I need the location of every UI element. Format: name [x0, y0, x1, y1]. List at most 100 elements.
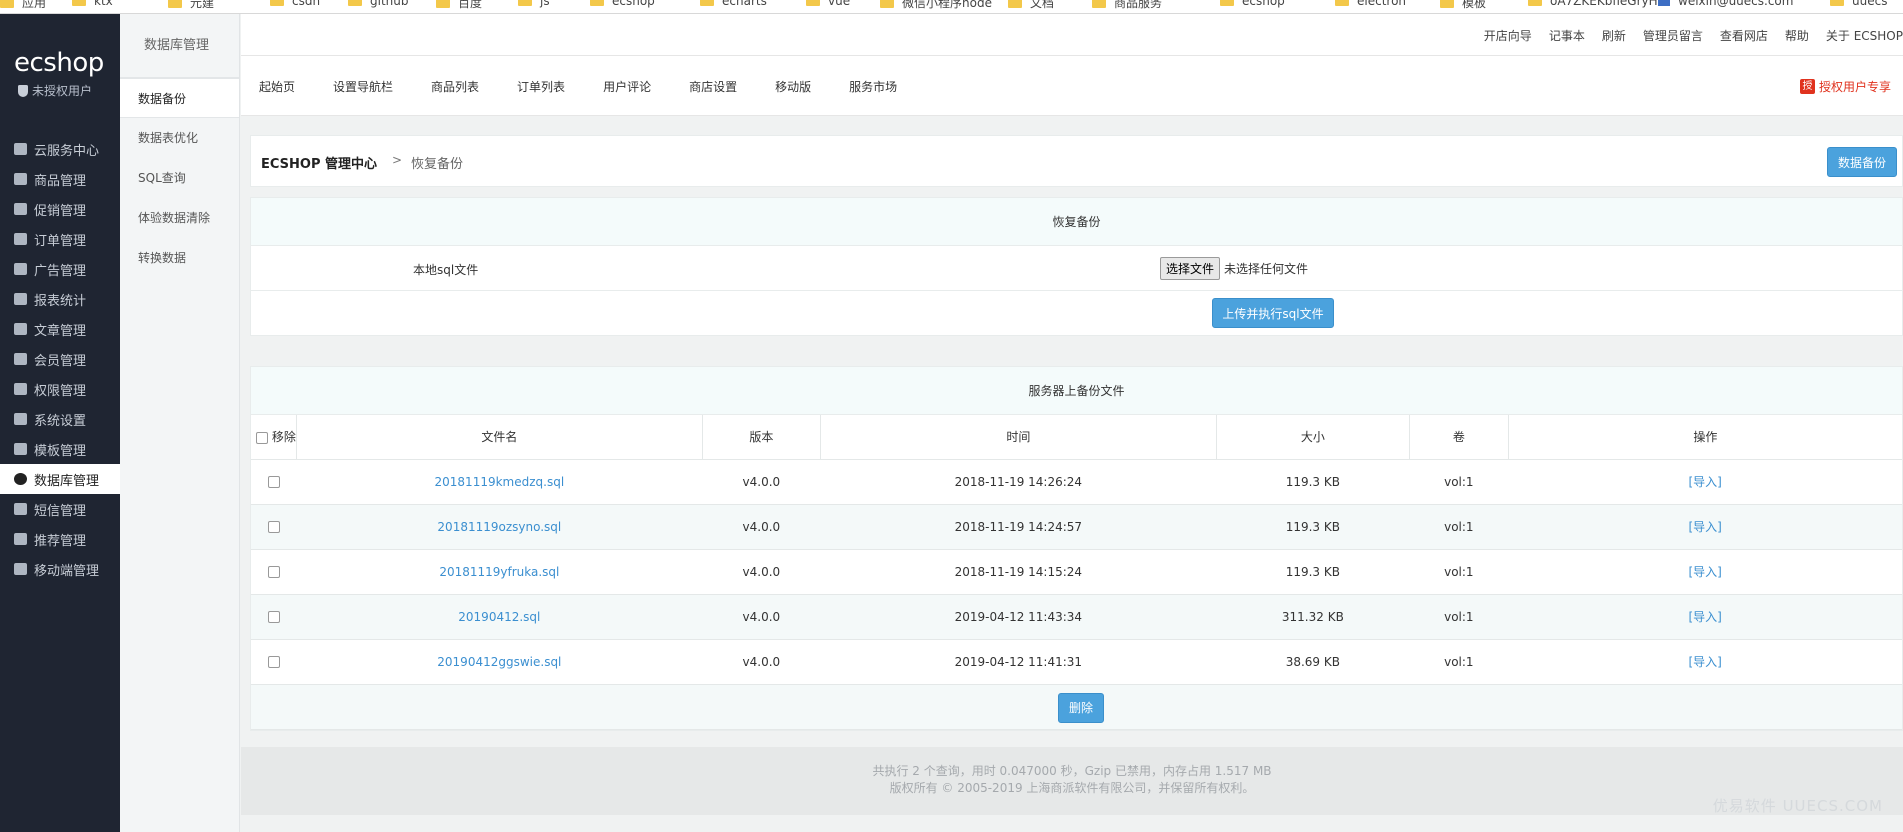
delete-button[interactable]: 删除	[1058, 692, 1104, 723]
top-link[interactable]: 记事本	[1549, 27, 1585, 44]
filename-link[interactable]: 20181119kmedzq.sql	[435, 475, 565, 489]
sidebar-item[interactable]: 广告管理	[0, 254, 120, 284]
top-link[interactable]: 关于 ECSHOP	[1826, 27, 1903, 44]
bookmark-item[interactable]: 元建	[168, 0, 214, 11]
col-version: 版本	[702, 415, 821, 460]
bookmark-item[interactable]: github	[348, 0, 408, 8]
auth-user-link[interactable]: 授 授权用户专享	[1799, 78, 1891, 95]
row-checkbox[interactable]	[267, 611, 280, 623]
server-backups-panel: 服务器上备份文件 移除 文件名 版本 时间 大小 卷 操作 20181119km…	[250, 366, 1903, 731]
top-nav-item[interactable]: 用户评论	[603, 78, 651, 95]
filename-link[interactable]: 20190412.sql	[458, 610, 540, 624]
row-checkbox[interactable]	[267, 656, 280, 668]
bookmark-item[interactable]: 微信小程序node	[880, 0, 992, 11]
sub-sidebar-item[interactable]: 数据备份	[120, 78, 239, 118]
table-row: 20190412.sql v4.0.0 2019-04-12 11:43:34 311…	[251, 594, 1902, 640]
bookmark-item[interactable]: js	[518, 0, 550, 8]
top-nav-item[interactable]: 移动版	[775, 78, 811, 95]
top-link[interactable]: 查看网店	[1720, 27, 1768, 44]
bookmark-item[interactable]: weixin@uuecs.com	[1658, 0, 1793, 8]
bookmark-item[interactable]: 百度	[436, 0, 482, 11]
sidebar-item[interactable]: 短信管理	[0, 494, 120, 524]
sidebar-item[interactable]: 系统设置	[0, 404, 120, 434]
filename-link[interactable]: 20181119ozsyno.sql	[437, 520, 561, 534]
sidebar-item-label: 系统设置	[34, 413, 87, 429]
sidebar-item[interactable]: 促销管理	[0, 194, 120, 224]
folder-icon	[72, 0, 86, 6]
bookmark-label: js	[540, 0, 550, 8]
sub-sidebar-item[interactable]: 体验数据清除	[120, 198, 239, 238]
brand-logo: ecshop	[14, 48, 104, 78]
time-cell: 2019-04-12 11:41:31	[820, 639, 1217, 685]
choose-file-button[interactable]: 选择文件	[1160, 257, 1221, 280]
top-nav-item[interactable]: 商店设置	[689, 78, 737, 95]
bookmark-item[interactable]: 商品服务	[1092, 0, 1162, 11]
top-nav-item[interactable]: 起始页	[259, 78, 295, 95]
import-link[interactable]: [导入]	[1688, 475, 1721, 489]
select-all-checkbox[interactable]	[256, 431, 268, 444]
top-link[interactable]: 刷新	[1602, 27, 1626, 44]
bookmark-item[interactable]: echarts	[700, 0, 767, 8]
bookmark-item[interactable]: 文档	[1008, 0, 1054, 11]
version-cell: v4.0.0	[702, 639, 821, 685]
version-cell: v4.0.0	[702, 504, 821, 550]
logo: ecshop 未授权用户	[0, 14, 120, 116]
main-content: ECSHOP 管理中心 > 恢复备份 数据备份 恢复备份 本地sql文件 选择文…	[250, 135, 1903, 731]
gear-icon	[14, 413, 27, 425]
bookmark-item[interactable]: 模板	[1440, 0, 1486, 11]
breadcrumb-root[interactable]: ECSHOP 管理中心	[261, 153, 377, 172]
top-nav-item[interactable]: 设置导航栏	[333, 78, 393, 95]
bookmark-item[interactable]: ktx	[72, 0, 113, 8]
bookmark-item[interactable]: uuecs	[1830, 0, 1887, 8]
sidebar-item[interactable]: 云服务中心	[0, 134, 120, 164]
import-link[interactable]: [导入]	[1688, 610, 1721, 624]
bookmark-item[interactable]: csdn	[270, 0, 320, 8]
file-picker[interactable]: 选择文件 未选择任何文件	[1160, 257, 1308, 280]
top-nav-item[interactable]: 服务市场	[849, 78, 897, 95]
bookmark-item[interactable]: 应用	[0, 0, 46, 11]
top-link[interactable]: 管理员留言	[1643, 27, 1703, 44]
row-checkbox[interactable]	[267, 521, 280, 533]
filename-link[interactable]: 20190412ggswie.sql	[437, 655, 561, 669]
col-action: 操作	[1508, 415, 1902, 460]
top-link[interactable]: 开店向导	[1484, 27, 1532, 44]
volume-cell: vol:1	[1409, 504, 1509, 550]
sidebar-item[interactable]: 文章管理	[0, 314, 120, 344]
data-backup-button[interactable]: 数据备份	[1827, 147, 1897, 177]
sub-sidebar-item[interactable]: SQL查询	[120, 158, 239, 198]
top-link[interactable]: 帮助	[1785, 27, 1809, 44]
sidebar-item[interactable]: 数据库管理	[0, 464, 120, 494]
sidebar-item[interactable]: 报表统计	[0, 284, 120, 314]
top-nav-item[interactable]: 订单列表	[517, 78, 565, 95]
sidebar-item[interactable]: 会员管理	[0, 344, 120, 374]
import-link[interactable]: [导入]	[1688, 655, 1721, 669]
bookmark-item[interactable]: vue	[806, 0, 850, 8]
row-checkbox[interactable]	[267, 566, 280, 578]
filename-link[interactable]: 20181119yfruka.sql	[439, 565, 559, 579]
volume-cell: vol:1	[1409, 639, 1509, 685]
sidebar-item[interactable]: 推荐管理	[0, 524, 120, 554]
row-checkbox[interactable]	[267, 476, 280, 488]
bookmark-label: echarts	[722, 0, 767, 8]
top-nav-item[interactable]: 商品列表	[431, 78, 479, 95]
sidebar-item[interactable]: 移动端管理	[0, 554, 120, 584]
bookmark-label: 应用	[22, 0, 47, 10]
bookmark-item[interactable]: electron	[1335, 0, 1406, 8]
import-link[interactable]: [导入]	[1688, 520, 1721, 534]
bookmark-item[interactable]: ecshop	[590, 0, 655, 8]
bookmark-label: csdn	[292, 0, 321, 8]
sidebar-item[interactable]: 权限管理	[0, 374, 120, 404]
filename-cell: 20190412ggswie.sql	[296, 639, 703, 685]
sub-sidebar-item[interactable]: 转换数据	[120, 238, 239, 278]
sidebar-item[interactable]: 商品管理	[0, 164, 120, 194]
bookmark-item[interactable]: oA7ZKEKbfieGryHR	[1528, 0, 1666, 8]
bookmark-item[interactable]: ecshop	[1220, 0, 1285, 8]
upload-execute-sql-button[interactable]: 上传并执行sql文件	[1212, 298, 1334, 328]
sub-sidebar-item[interactable]: 数据表优化	[120, 118, 239, 158]
bookmark-label: ktx	[94, 0, 113, 8]
sidebar-item-label: 模板管理	[34, 443, 87, 459]
import-link[interactable]: [导入]	[1688, 565, 1721, 579]
sidebar-item[interactable]: 模板管理	[0, 434, 120, 464]
breadcrumb-current: 恢复备份	[411, 157, 464, 172]
sidebar-item[interactable]: 订单管理	[0, 224, 120, 254]
